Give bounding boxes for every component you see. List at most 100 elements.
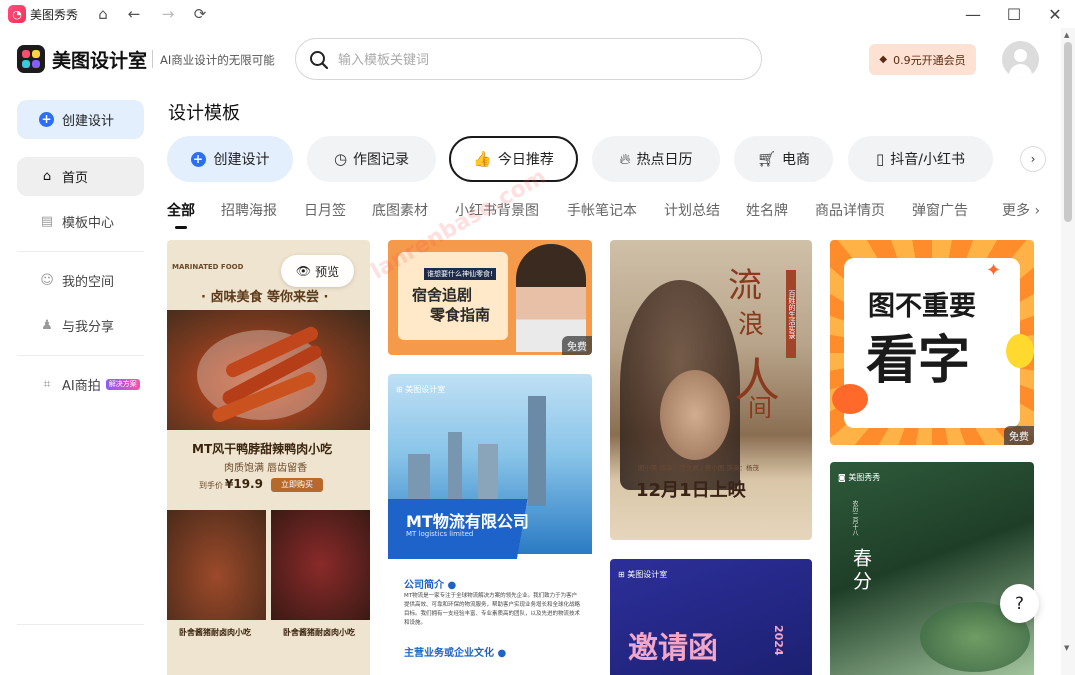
search-icon xyxy=(310,51,329,70)
sidebar-item-label: 我的空间 xyxy=(62,275,115,290)
chevron-right-icon: › xyxy=(1030,203,1041,219)
thumbs-up-icon: 👍 xyxy=(473,150,492,168)
heart-face-icon xyxy=(832,384,868,414)
sidebar-item-my-space[interactable]: ☺ 我的空间 xyxy=(17,261,144,300)
slogan: AI商业设计的无限可能 xyxy=(160,53,275,67)
card-line1: 谁想要什么神仙零食! xyxy=(424,268,496,280)
scroll-thumb[interactable] xyxy=(1064,42,1072,222)
template-card-food[interactable]: MARINATED FOOD · 卤味美食 等你来尝 · MT风干鸭脖甜辣鸭肉小… xyxy=(167,240,370,675)
card-line2: 宿舍追剧 xyxy=(412,286,473,304)
brand-name[interactable]: 美图设计室 xyxy=(52,46,147,73)
category-background[interactable]: 底图素材 xyxy=(372,200,428,220)
food-photo xyxy=(167,310,370,430)
close-button[interactable]: ✕ xyxy=(1040,2,1070,26)
template-logo-icon: ◙ xyxy=(838,473,849,482)
invite-year: 2024 xyxy=(772,625,785,656)
flower-face-icon xyxy=(1006,334,1034,368)
card-item-title: 卧舍酱猪耐卤肉小吃 xyxy=(179,628,251,637)
vip-label: 0.9元开通会员 xyxy=(893,53,966,67)
forward-arrow-icon[interactable]: → xyxy=(158,4,178,24)
header: 美图设计室 AI商业设计的无限可能 ◆ 0.9元开通会员 xyxy=(0,28,1060,92)
solution-badge: 解决方案 xyxy=(105,379,140,390)
search-input[interactable] xyxy=(338,47,738,71)
scroll-up-icon[interactable]: ▲ xyxy=(1064,31,1069,39)
chip-label: 创建设计 xyxy=(213,152,270,168)
category-product-detail[interactable]: 商品详情页 xyxy=(815,200,885,220)
sidebar-item-templates[interactable]: ▤ 模板中心 xyxy=(17,202,144,241)
chip-today-recommend[interactable]: 👍 今日推荐 xyxy=(449,136,578,182)
category-notebook[interactable]: 手帐笔记本 xyxy=(567,200,637,220)
sidebar-create-button[interactable]: + 创建设计 xyxy=(17,100,144,139)
category-plan-summary[interactable]: 计划总结 xyxy=(664,200,720,220)
sidebar-item-home[interactable]: ⌂ 首页 xyxy=(17,157,144,196)
card-item-title: 卧舍酱猪耐卤肉小吃 xyxy=(283,628,355,637)
refresh-icon[interactable]: ⟳ xyxy=(190,4,210,24)
diamond-icon: ◆ xyxy=(879,54,888,65)
meitu-app-logo-icon: ◔ xyxy=(8,5,26,23)
chip-label: 今日推荐 xyxy=(497,152,554,168)
sidebar-item-label: 模板中心 xyxy=(62,216,115,231)
minimize-button[interactable]: — xyxy=(958,2,988,26)
template-card-text-poster[interactable]: 图不重要 看字 ✦ 免费 xyxy=(830,240,1034,445)
sidebar-item-ai-shot[interactable]: ⌗ AI商拍 解决方案 xyxy=(17,365,144,404)
card-brand: ◙ 美图秀秀 xyxy=(838,473,881,482)
card-top-label: MARINATED FOOD xyxy=(172,263,244,271)
spring-small-text: 农历二月十八 xyxy=(851,500,858,536)
maximize-button[interactable]: ☐ xyxy=(999,2,1029,26)
preview-button[interactable]: 👁︎ 预览 xyxy=(281,255,354,287)
cart-icon: 🛒︎ xyxy=(756,150,777,168)
brand-divider xyxy=(152,50,153,68)
scroll-down-icon[interactable]: ▼ xyxy=(1064,644,1069,652)
avatar[interactable] xyxy=(1002,41,1039,78)
home-icon[interactable]: ⌂ xyxy=(93,4,113,24)
category-daily-sign[interactable]: 日月签 xyxy=(304,200,346,220)
sidebar: + 创建设计 ⌂ 首页 ▤ 模板中心 ☺ 我的空间 ♟ 与我分享 ⌗ AI商拍 … xyxy=(0,92,160,675)
chip-label: 作图记录 xyxy=(353,152,410,168)
sidebar-item-shared[interactable]: ♟ 与我分享 xyxy=(17,306,144,345)
template-card-movie[interactable]: 流 浪 人 间 百姓的生活实录 图小美 饰演：范文君 / 美小图 饰演：杨茂 1… xyxy=(610,240,812,540)
template-card-spring[interactable]: ◙ 美图秀秀 春分 农历二月十八 xyxy=(830,462,1034,675)
scrollbar[interactable]: ▲ ▼ xyxy=(1061,28,1075,675)
category-all[interactable]: 全部 xyxy=(167,200,195,220)
star-icon: ✦ xyxy=(986,260,1002,281)
card-section2-title: 主营业务或企业文化 ● xyxy=(404,648,507,659)
search-box[interactable] xyxy=(295,38,762,80)
vip-button[interactable]: ◆ 0.9元开通会员 xyxy=(869,44,976,75)
card-price-prefix: 到手价 xyxy=(199,481,223,490)
card-brand: ⊞ 美图设计室 xyxy=(396,385,446,394)
title-bar: ◔ 美图秀秀 ⌂ ← → ⟳ — ☐ ✕ xyxy=(0,0,1075,28)
card-intro-title: 公司简介 ● xyxy=(404,580,457,591)
help-button[interactable]: ? xyxy=(1000,584,1039,623)
template-card-invite[interactable]: ⊞ 美图设计室 邀请函 2024 xyxy=(610,559,812,675)
card-product-sub: 肉质饱满 唇齿留香 xyxy=(224,463,308,474)
chip-ecommerce[interactable]: 🛒︎ 电商 xyxy=(734,136,833,182)
sidebar-item-label: 与我分享 xyxy=(62,320,115,335)
spring-solar-term: 春分 xyxy=(850,548,872,594)
sidebar-divider xyxy=(17,355,144,356)
share-icon: ♟ xyxy=(41,318,53,333)
plus-icon: + xyxy=(190,151,206,167)
category-recruit[interactable]: 招聘海报 xyxy=(221,200,277,220)
sidebar-divider xyxy=(17,624,144,625)
category-more[interactable]: 更多 › xyxy=(1002,200,1040,220)
movie-tag: 百姓的生活实录 xyxy=(786,270,796,358)
card-company-sub: MT logistics limited xyxy=(406,530,474,538)
template-logo-icon: ⊞ xyxy=(618,570,628,579)
template-logo-icon: ⊞ xyxy=(396,385,406,394)
category-name-card[interactable]: 姓名牌 xyxy=(746,200,788,220)
sidebar-create-label: 创建设计 xyxy=(62,114,115,129)
chips-next-arrow-icon[interactable]: › xyxy=(1020,146,1046,172)
back-arrow-icon[interactable]: ← xyxy=(124,4,144,24)
card-product-title: MT风干鸭脖甜辣鸭肉小吃 xyxy=(192,442,333,456)
brand-logo-icon[interactable] xyxy=(17,45,45,73)
template-icon: ▤ xyxy=(40,214,54,229)
category-popup-ad[interactable]: 弹窗广告 xyxy=(912,200,968,220)
chip-hot-calendar[interactable]: 🔥︎ 热点日历 xyxy=(592,136,720,182)
card-company-title: MT物流有限公司 xyxy=(406,512,529,531)
template-card-logistics[interactable]: ⊞ 美图设计室 MT物流有限公司 MT logistics limited 公司… xyxy=(388,374,592,675)
movie-title-char: 间 xyxy=(748,394,772,422)
card-price: ¥19.9 xyxy=(225,477,263,491)
chip-create-design[interactable]: + 创建设计 xyxy=(167,136,293,182)
chip-douyin-xiaohongshu[interactable]: ▯ 抖音/小红书 xyxy=(848,136,993,182)
chip-history[interactable]: ◷ 作图记录 xyxy=(307,136,436,182)
